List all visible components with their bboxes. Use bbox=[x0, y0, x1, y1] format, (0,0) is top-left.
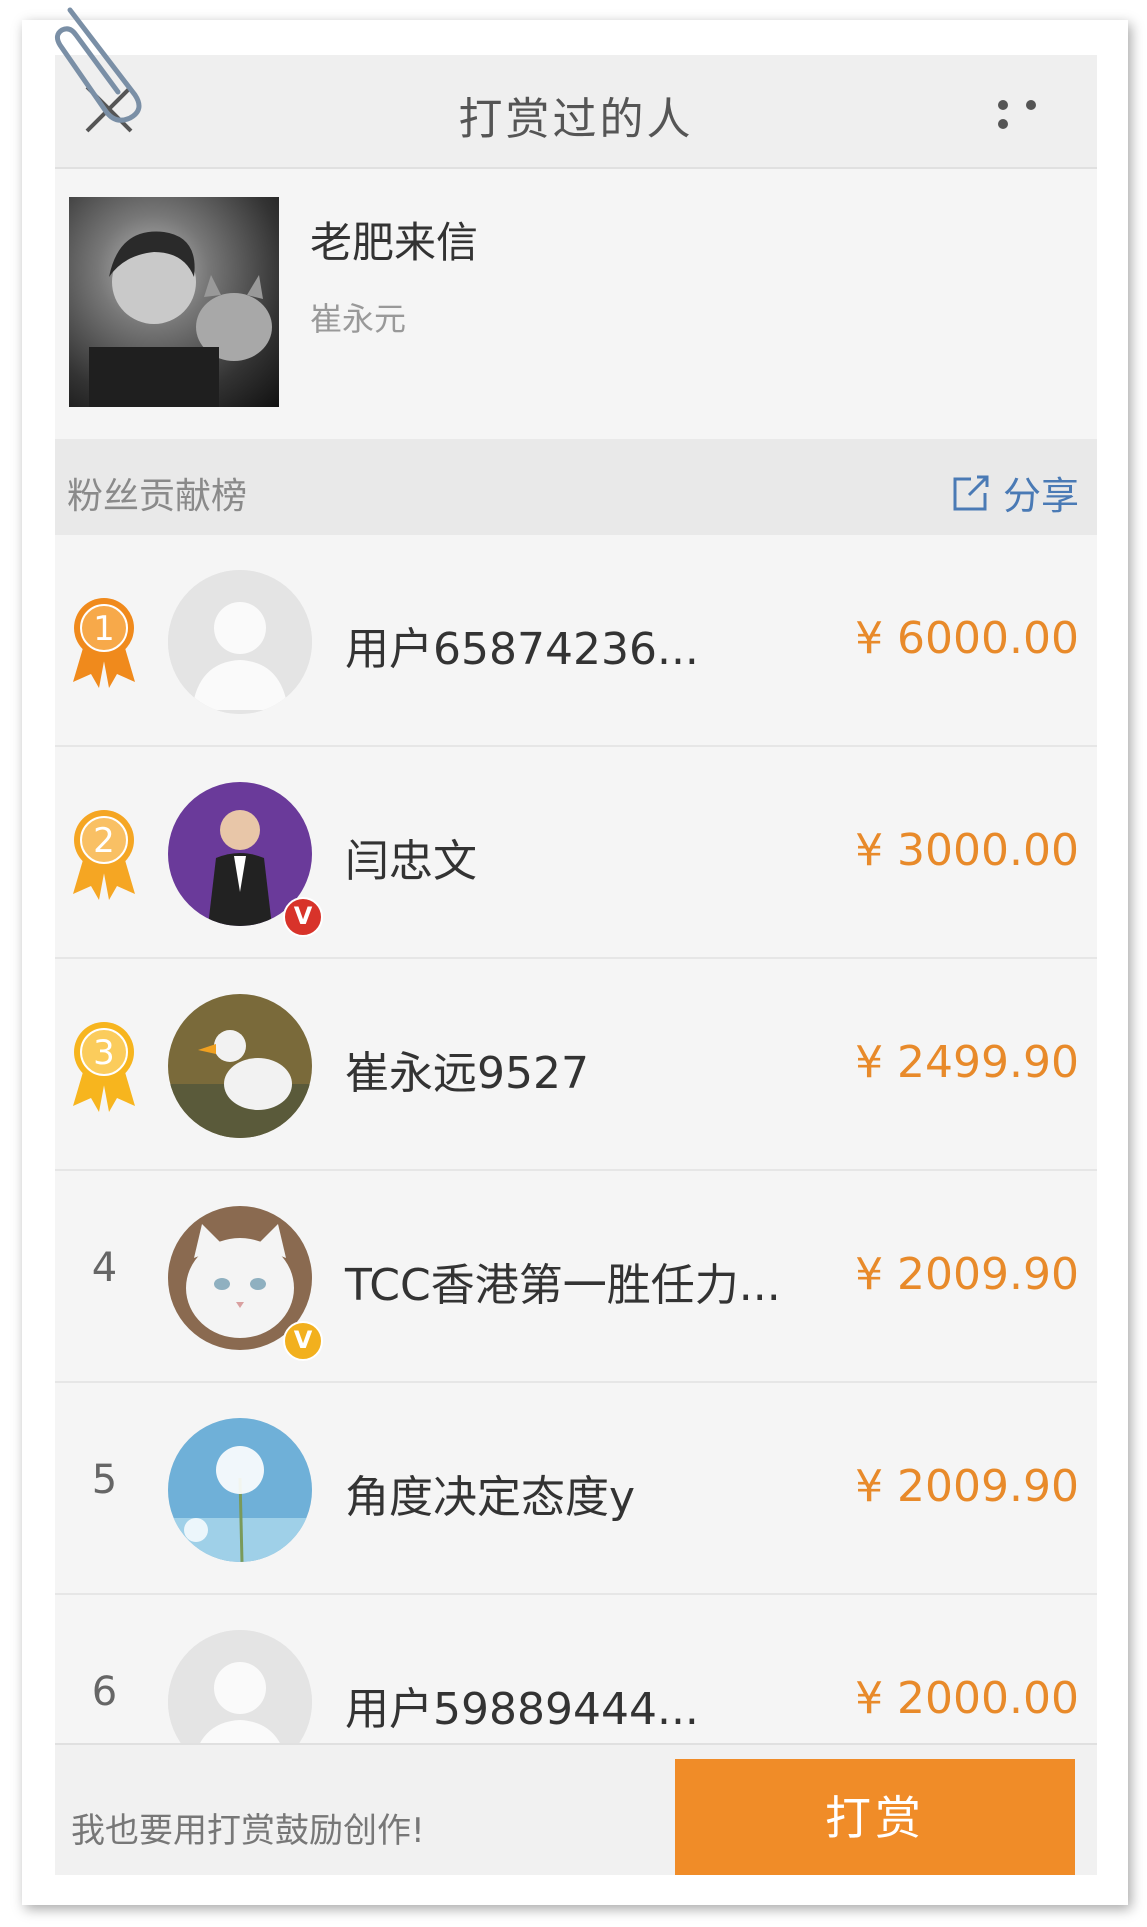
donor-name: 崔永远9527 bbox=[345, 1048, 589, 1099]
cover-image bbox=[69, 197, 279, 407]
rank-number: 6 bbox=[91, 1669, 118, 1715]
donor-row[interactable]: 5 角度决定态度y ¥ 2009.90 bbox=[55, 1383, 1097, 1595]
donor-amount: ¥ 2000.00 bbox=[855, 1673, 1079, 1724]
top-bar: 打赏过的人 bbox=[55, 55, 1097, 169]
donor-row[interactable]: 3 崔永远9527 ¥ 2499.90 bbox=[55, 959, 1097, 1171]
verified-badge: V bbox=[283, 1321, 323, 1361]
donor-avatar[interactable] bbox=[168, 570, 312, 714]
donor-name: 用户65874236... bbox=[345, 624, 699, 675]
donor-amount: ¥ 2499.90 bbox=[855, 1037, 1079, 1088]
app-screen: 打赏过的人 老肥来信 崔永元 粉丝贡献榜 分享 1 用户65874236... … bbox=[55, 55, 1097, 1875]
share-label: 分享 bbox=[1002, 474, 1079, 518]
bottom-bar: 我也要用打赏鼓励创作! 打赏 bbox=[55, 1743, 1097, 1875]
more-options-icon[interactable] bbox=[989, 95, 1069, 129]
leaderboard-title: 粉丝贡献榜 bbox=[67, 476, 248, 517]
svg-text:3: 3 bbox=[93, 1033, 115, 1073]
paperclip-decoration bbox=[54, 7, 142, 123]
share-button[interactable]: 分享 bbox=[951, 465, 1079, 520]
svg-text:2: 2 bbox=[93, 821, 115, 861]
donor-avatar[interactable] bbox=[168, 994, 312, 1138]
donor-name: TCC香港第一胜任力... bbox=[345, 1260, 781, 1311]
encourage-text: 我也要用打赏鼓励创作! bbox=[71, 1811, 425, 1851]
donor-name: 角度决定态度y bbox=[345, 1472, 636, 1523]
profile-name: 老肥来信 bbox=[310, 218, 479, 267]
donor-list: 1 用户65874236... ¥ 6000.00 2 V 闫忠文 ¥ 3000… bbox=[55, 535, 1097, 1807]
donor-amount: ¥ 3000.00 bbox=[855, 825, 1079, 876]
rank-number: 5 bbox=[91, 1457, 118, 1503]
svg-text:1: 1 bbox=[93, 609, 115, 649]
donor-avatar[interactable] bbox=[168, 1418, 312, 1562]
donor-row[interactable]: 2 V 闫忠文 ¥ 3000.00 bbox=[55, 747, 1097, 959]
verified-badge: V bbox=[283, 897, 323, 937]
donor-amount: ¥ 2009.90 bbox=[855, 1461, 1079, 1512]
donor-row[interactable]: 4 V TCC香港第一胜任力... ¥ 2009.90 bbox=[55, 1171, 1097, 1383]
donor-row[interactable]: 1 用户65874236... ¥ 6000.00 bbox=[55, 535, 1097, 747]
page-title: 打赏过的人 bbox=[458, 94, 694, 145]
share-icon bbox=[953, 475, 989, 510]
donor-amount: ¥ 2009.90 bbox=[855, 1249, 1079, 1300]
article-profile: 老肥来信 崔永元 bbox=[55, 169, 1097, 439]
reward-button[interactable]: 打赏 bbox=[675, 1759, 1075, 1875]
profile-author: 崔永元 bbox=[310, 300, 407, 338]
donor-name: 用户59889444... bbox=[345, 1684, 699, 1735]
bronze-medal-icon: 3 bbox=[73, 1022, 135, 1112]
donor-name: 闫忠文 bbox=[345, 836, 477, 887]
donor-amount: ¥ 6000.00 bbox=[855, 613, 1079, 664]
silver-medal-icon: 2 bbox=[73, 810, 135, 900]
rank-number: 4 bbox=[91, 1245, 118, 1291]
leaderboard-header: 粉丝贡献榜 分享 bbox=[55, 439, 1097, 535]
gold-medal-icon: 1 bbox=[73, 598, 135, 688]
